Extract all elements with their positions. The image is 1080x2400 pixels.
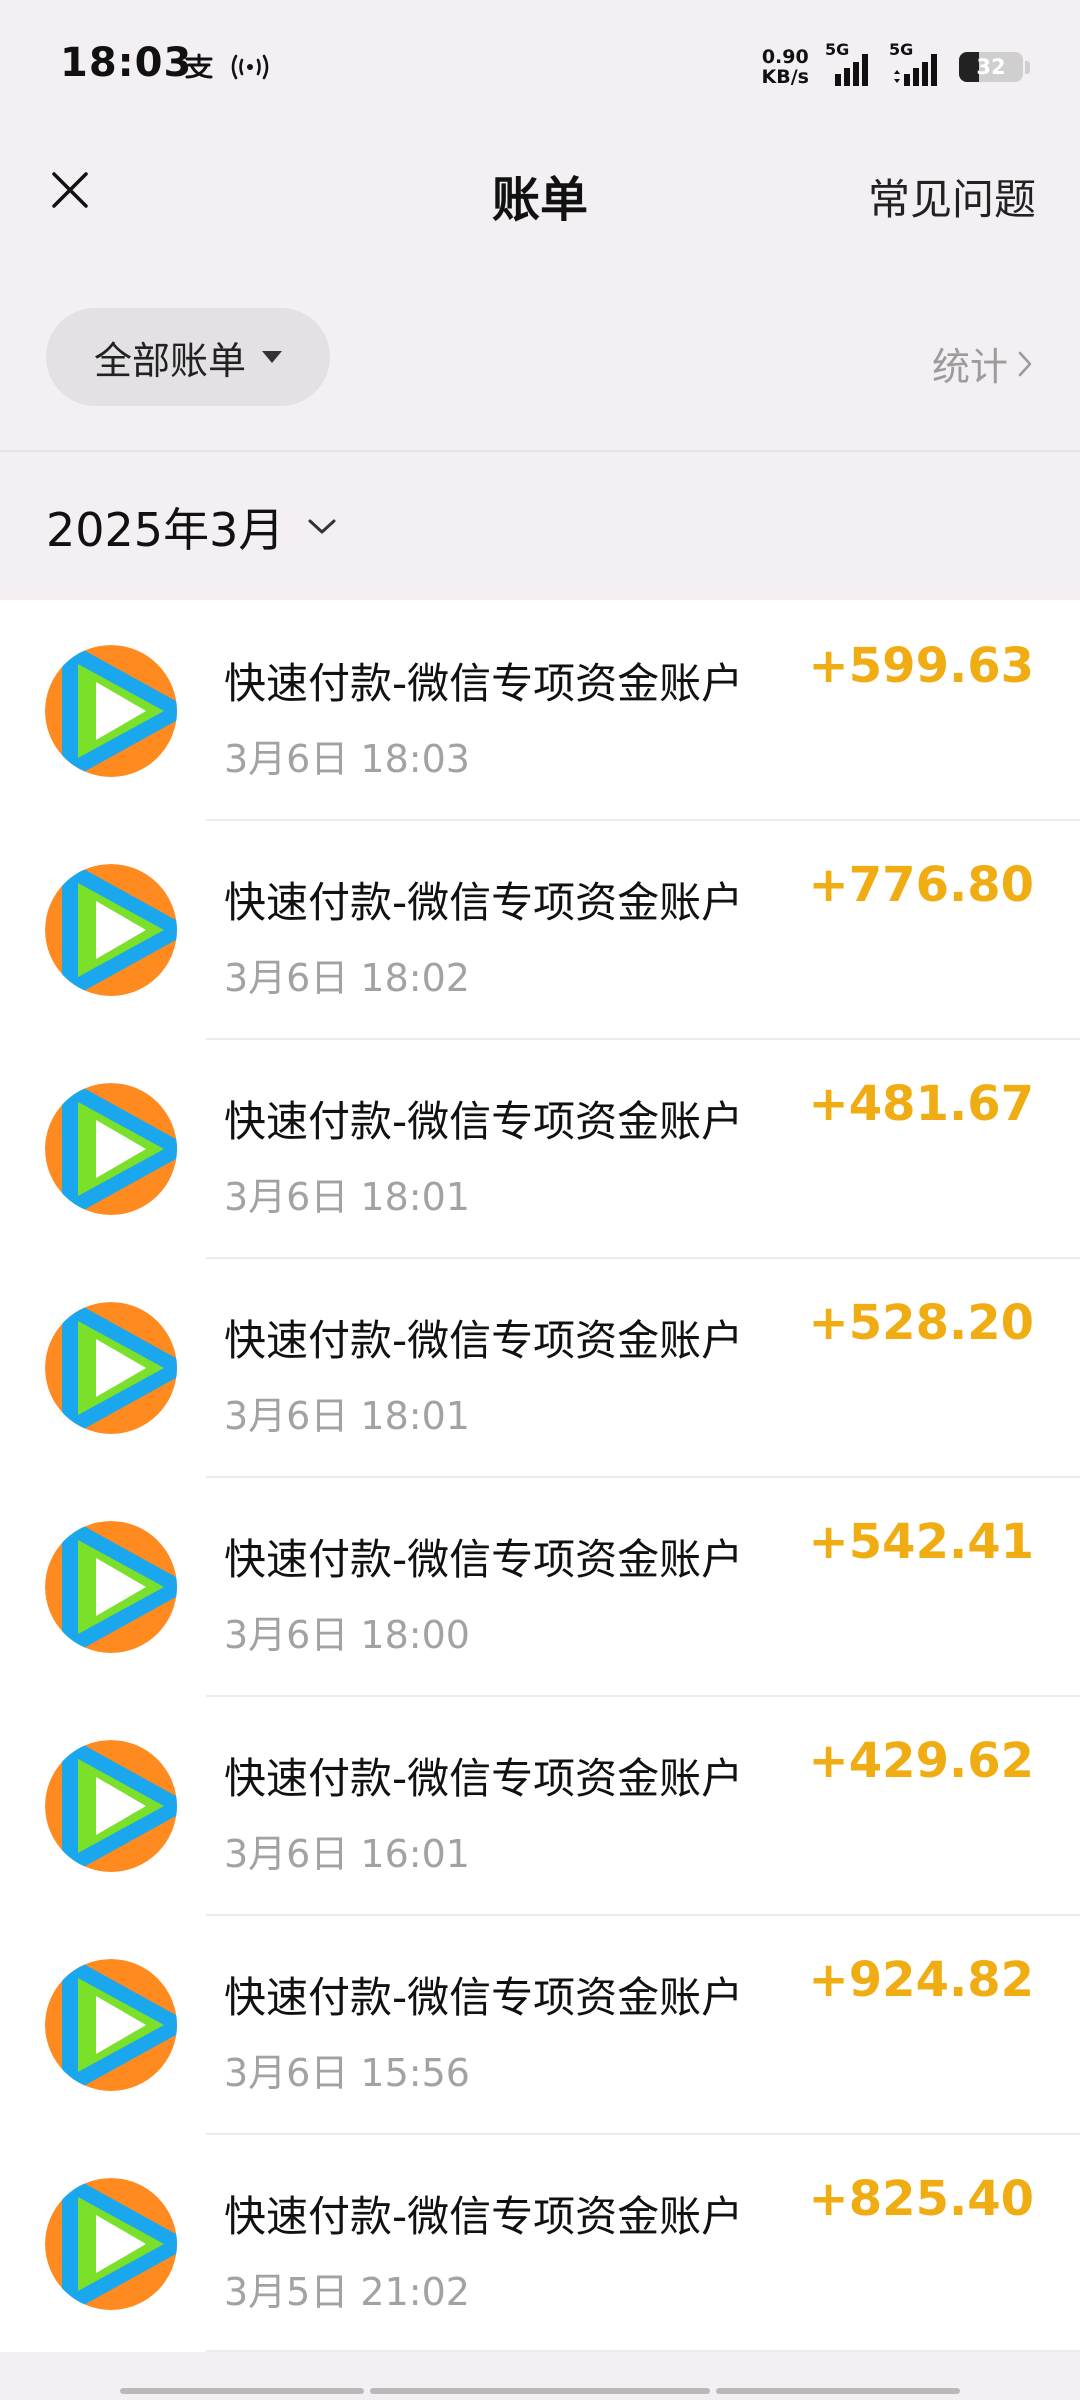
nav-indicator-segment: [120, 2388, 364, 2394]
faq-link[interactable]: 常见问题: [868, 166, 1036, 227]
bottom-area: [0, 2352, 1080, 2400]
bill-row[interactable]: 快速付款-微信专项资金账户 3月6日 15:56 +924.82: [0, 1914, 1080, 2133]
video-app-logo-icon: [45, 1302, 177, 1434]
signal-1-label: 5G: [825, 40, 850, 59]
video-app-logo-icon: [45, 1083, 177, 1215]
month-selector[interactable]: 2025年3月: [46, 494, 338, 560]
bill-title: 快速付款-微信专项资金账户: [224, 1316, 744, 1365]
bill-row[interactable]: 快速付款-微信专项资金账户 3月6日 18:03 +599.63: [0, 600, 1080, 819]
bill-amount: +825.40: [808, 2171, 1034, 2227]
bill-amount: +542.41: [808, 1514, 1034, 1570]
header: 账单 常见问题: [0, 130, 1080, 260]
bill-time: 3月6日 18:02: [224, 956, 470, 1000]
battery-icon: 32: [959, 52, 1023, 82]
stats-link[interactable]: 统计: [932, 336, 1034, 391]
bill-amount: +599.63: [808, 638, 1034, 694]
net-speed: 0.90 KB/s: [762, 47, 809, 87]
nav-indicator-segment: [716, 2388, 960, 2394]
bill-title: 快速付款-微信专项资金账户: [224, 1097, 744, 1146]
bill-title: 快速付款-微信专项资金账户: [224, 659, 744, 708]
status-right: 0.90 KB/s 5G 5G 32: [762, 40, 1030, 92]
battery-wrapper: 32: [959, 52, 1030, 82]
alipay-icon: [182, 52, 216, 82]
bill-row[interactable]: 快速付款-微信专项资金账户 3月5日 21:02 +825.40: [0, 2133, 1080, 2352]
hotspot-icon: [228, 52, 272, 82]
bill-time: 3月5日 21:02: [224, 2270, 470, 2314]
all-bills-label: 全部账单: [93, 338, 246, 383]
bill-title: 快速付款-微信专项资金账户: [224, 2192, 744, 2241]
bill-list: 快速付款-微信专项资金账户 3月6日 18:03 +599.63 快速付款-微信…: [0, 600, 1080, 2352]
triangle-down-icon: [262, 351, 282, 363]
bill-time: 3月6日 15:56: [224, 2051, 470, 2095]
signal-2-label: 5G: [889, 40, 914, 59]
nav-indicator-segment: [370, 2388, 710, 2394]
chevron-right-icon: [1018, 351, 1032, 376]
month-row: 2025年3月: [0, 452, 1080, 600]
signal-1: 5G: [825, 40, 873, 88]
net-speed-unit: KB/s: [761, 66, 809, 88]
video-app-logo-icon: [45, 864, 177, 996]
bill-amount: +528.20: [808, 1295, 1034, 1351]
net-speed-value: 0.90: [761, 46, 809, 68]
bill-title: 快速付款-微信专项资金账户: [224, 1973, 744, 2022]
video-app-logo-icon: [45, 1740, 177, 1872]
bill-title: 快速付款-微信专项资金账户: [224, 1535, 744, 1584]
bill-row[interactable]: 快速付款-微信专项资金账户 3月6日 18:01 +528.20: [0, 1257, 1080, 1476]
status-time: 18:03: [60, 40, 193, 86]
bill-time: 3月6日 18:00: [224, 1613, 470, 1657]
bill-row[interactable]: 快速付款-微信专项资金账户 3月6日 18:00 +542.41: [0, 1476, 1080, 1695]
video-app-logo-icon: [45, 645, 177, 777]
bill-amount: +776.80: [808, 857, 1034, 913]
video-app-logo-icon: [45, 1959, 177, 2091]
bill-time: 3月6日 16:01: [224, 1832, 470, 1876]
bill-row[interactable]: 快速付款-微信专项资金账户 3月6日 18:01 +481.67: [0, 1038, 1080, 1257]
bill-time: 3月6日 18:01: [224, 1175, 470, 1219]
battery-level: 32: [976, 55, 1006, 79]
bill-time: 3月6日 18:01: [224, 1394, 470, 1438]
month-label: 2025年3月: [46, 503, 285, 557]
bill-title: 快速付款-微信专项资金账户: [224, 878, 744, 927]
bill-title: 快速付款-微信专项资金账户: [224, 1754, 744, 1803]
signal-2: 5G: [889, 40, 941, 88]
bill-row[interactable]: 快速付款-微信专项资金账户 3月6日 18:02 +776.80: [0, 819, 1080, 1038]
bill-amount: +481.67: [808, 1076, 1034, 1132]
bill-amount: +429.62: [808, 1733, 1034, 1789]
video-app-logo-icon: [45, 1521, 177, 1653]
video-app-logo-icon: [45, 2178, 177, 2310]
filter-row: 全部账单 统计: [0, 300, 1080, 410]
chevron-down-icon: [308, 519, 336, 534]
stats-label: 统计: [931, 345, 1008, 389]
bill-row[interactable]: 快速付款-微信专项资金账户 3月6日 16:01 +429.62: [0, 1695, 1080, 1914]
battery-tip: [1025, 60, 1030, 74]
bill-time: 3月6日 18:03: [224, 737, 470, 781]
status-bar: 18:03 0.90 KB/s 5G 5G 32: [0, 0, 1080, 130]
all-bills-filter-button[interactable]: 全部账单: [46, 308, 330, 406]
bill-amount: +924.82: [808, 1952, 1034, 2008]
